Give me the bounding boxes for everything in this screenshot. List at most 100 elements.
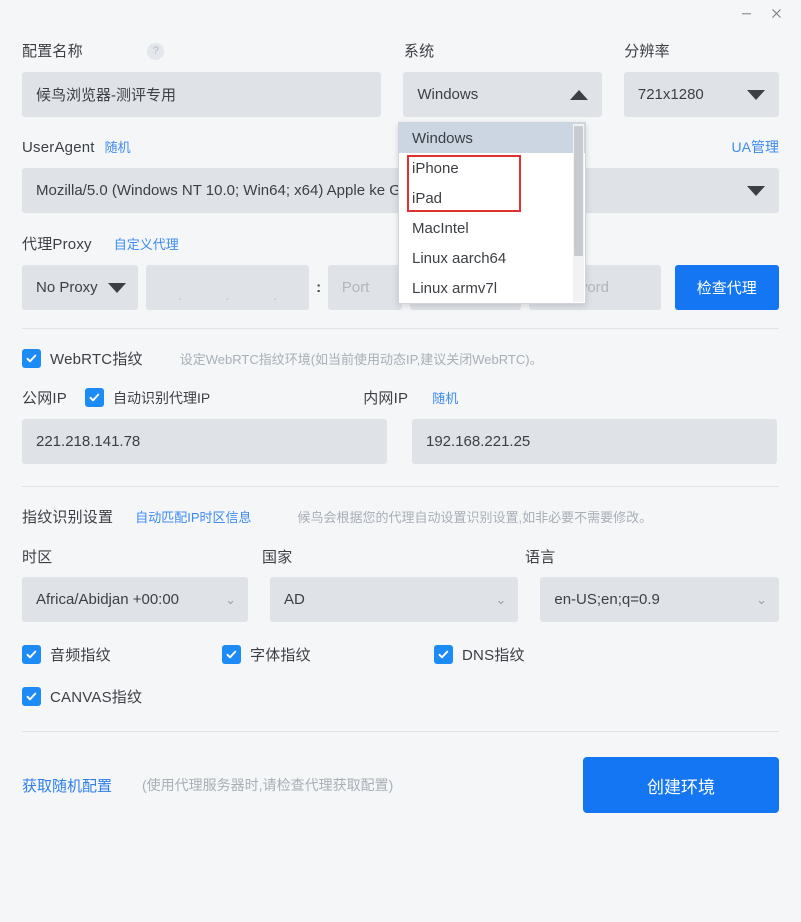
fingerprint-selects-row: Africa/Abidjan +00:00 ⌄ AD ⌄ en-US;en;q=… — [22, 577, 779, 622]
system-label: 系统 — [403, 43, 435, 60]
profile-name-label-wrap: 配置名称 ? — [22, 40, 382, 61]
system-option-ipad[interactable]: iPad — [399, 183, 585, 213]
profile-name-input[interactable]: 候鸟浏览器-测评专用 — [22, 72, 382, 117]
chevron-down-icon: ⌄ — [495, 592, 507, 607]
question-circle-icon[interactable]: ? — [147, 42, 165, 60]
system-option-linux-armv7l[interactable]: Linux armv7l — [399, 273, 585, 303]
auto-match-timezone-link[interactable]: 自动匹配IP时区信息 — [135, 507, 251, 526]
useragent-random-link[interactable]: 随机 — [105, 137, 131, 156]
check-proxy-label: 检查代理 — [696, 280, 757, 297]
proxy-type-select[interactable]: No Proxy — [22, 265, 138, 310]
divider-2 — [22, 486, 779, 487]
language-value: en-US;en;q=0.9 — [554, 591, 660, 608]
minimize-icon[interactable] — [731, 2, 761, 24]
chevron-down-icon: ⌄ — [225, 592, 237, 607]
checkbox-checked-icon[interactable] — [222, 645, 241, 664]
chevron-down-icon — [747, 185, 765, 196]
proxy-ip-input[interactable]: ... — [145, 265, 310, 310]
ip-labels-row: 公网IP 自动识别代理IP 内网IP 随机 — [22, 387, 779, 408]
webrtc-label: WebRTC指纹 — [50, 351, 143, 368]
checkbox-checked-icon[interactable] — [22, 687, 41, 706]
local-ip-random-link[interactable]: 随机 — [432, 388, 458, 407]
resolution-select[interactable]: 721x1280 — [623, 72, 780, 117]
check-proxy-button[interactable]: 检查代理 — [674, 265, 779, 310]
fingerprint-checks-row-1: 音频指纹 字体指纹 DNS指纹 — [22, 644, 779, 665]
webrtc-checkbox-item[interactable]: WebRTC指纹 — [22, 348, 143, 369]
local-ip-value: 192.168.221.25 — [426, 433, 531, 450]
profile-name-value: 候鸟浏览器-测评专用 — [36, 87, 176, 104]
webrtc-hint: 设定WebRTC指纹环境(如当前使用动态IP,建议关闭WebRTC)。 — [179, 352, 543, 367]
proxy-custom-link[interactable]: 自定义代理 — [114, 234, 179, 253]
useragent-manage-link[interactable]: UA管理 — [732, 137, 779, 157]
divider-3 — [22, 731, 779, 732]
proxy-colon-separator: : — [316, 279, 322, 296]
dns-fingerprint-label: DNS指纹 — [462, 647, 525, 664]
divider-1 — [22, 328, 779, 329]
public-ip-value: 221.218.141.78 — [36, 433, 141, 450]
language-select[interactable]: en-US;en;q=0.9 ⌄ — [540, 577, 779, 622]
profile-fields-row: 候鸟浏览器-测评专用 Windows 721x1280 — [22, 72, 780, 117]
proxy-port-placeholder: Port — [341, 279, 370, 296]
close-icon[interactable] — [761, 2, 791, 24]
system-label-wrap: 系统 — [404, 40, 602, 61]
checkbox-checked-icon[interactable] — [22, 349, 41, 368]
dropdown-scrollbar-thumb[interactable] — [574, 126, 583, 256]
fingerprint-header: 指纹识别设置 自动匹配IP时区信息 候鸟会根据您的代理自动设置识别设置,如非必要… — [22, 506, 779, 527]
dropdown-scrollbar[interactable] — [573, 124, 584, 302]
timezone-label: 时区 — [22, 549, 53, 566]
auto-detect-proxy-ip-label: 自动识别代理IP — [112, 389, 211, 406]
system-option-windows[interactable]: Windows — [399, 123, 585, 153]
dns-fingerprint-item[interactable]: DNS指纹 — [434, 644, 525, 665]
font-fingerprint-item[interactable]: 字体指纹 — [222, 644, 434, 665]
create-environment-label: 创建环境 — [647, 777, 715, 797]
chevron-down-icon — [747, 89, 766, 100]
checkbox-checked-icon[interactable] — [84, 388, 104, 407]
profile-name-label: 配置名称 — [22, 43, 83, 60]
system-option-linux-aarch64[interactable]: Linux aarch64 — [399, 243, 585, 273]
proxy-type-value: No Proxy — [36, 279, 98, 296]
auto-detect-proxy-ip-item[interactable]: 自动识别代理IP — [84, 388, 211, 408]
fingerprint-title: 指纹识别设置 — [22, 509, 114, 526]
resolution-label: 分辨率 — [624, 43, 670, 60]
public-ip-input[interactable]: 221.218.141.78 — [22, 419, 387, 464]
audio-fingerprint-item[interactable]: 音频指纹 — [22, 644, 222, 665]
local-ip-label: 内网IP — [363, 390, 409, 407]
proxy-label: 代理Proxy — [22, 236, 92, 253]
proxy-ip-placeholder: ... — [178, 288, 277, 303]
profile-labels-row: 配置名称 ? 系统 分辨率 — [22, 40, 779, 61]
footer-bar: 获取随机配置 (使用代理服务器时,请检查代理获取配置) 创建环境 — [22, 757, 779, 813]
chevron-down-icon: ⌄ — [756, 592, 767, 607]
fingerprint-checks-row-2: CANVAS指纹 — [22, 686, 779, 707]
system-select-value: Windows — [417, 86, 479, 103]
timezone-select[interactable]: Africa/Abidjan +00:00 ⌄ — [22, 577, 249, 622]
audio-fingerprint-label: 音频指纹 — [50, 647, 111, 664]
fingerprint-labels-row: 时区 国家 语言 — [22, 546, 779, 567]
random-config-link[interactable]: 获取随机配置 — [22, 775, 112, 796]
system-dropdown-menu[interactable]: Windows iPhone iPad MacIntel Linux aarch… — [398, 122, 586, 304]
fingerprint-hint: 候鸟会根据您的代理自动设置识别设置,如非必要不需要修改。 — [297, 510, 653, 525]
public-ip-label: 公网IP — [22, 390, 67, 407]
chevron-up-icon — [569, 89, 588, 100]
footer-hint: (使用代理服务器时,请检查代理获取配置) — [142, 777, 394, 793]
checkbox-checked-icon[interactable] — [434, 645, 453, 664]
country-select[interactable]: AD ⌄ — [270, 577, 519, 622]
ip-fields-row: 221.218.141.78 192.168.221.25 — [22, 419, 779, 464]
country-label: 国家 — [262, 549, 293, 566]
canvas-fingerprint-item[interactable]: CANVAS指纹 — [22, 686, 142, 707]
proxy-port-input[interactable]: Port — [327, 265, 403, 310]
system-option-iphone[interactable]: iPhone — [399, 153, 585, 183]
local-ip-label-group: 内网IP 随机 — [363, 387, 458, 408]
local-ip-input[interactable]: 192.168.221.25 — [412, 419, 777, 464]
window-titlebar — [0, 0, 801, 26]
chevron-down-icon — [107, 282, 126, 293]
create-environment-button[interactable]: 创建环境 — [583, 757, 779, 813]
system-option-macintel[interactable]: MacIntel — [399, 213, 585, 243]
webrtc-header: WebRTC指纹 设定WebRTC指纹环境(如当前使用动态IP,建议关闭WebR… — [22, 348, 779, 369]
system-select[interactable]: Windows — [403, 72, 602, 117]
resolution-select-value: 721x1280 — [637, 86, 704, 103]
timezone-value: Africa/Abidjan +00:00 — [36, 591, 180, 608]
resolution-label-wrap: 分辨率 — [624, 40, 779, 61]
canvas-fingerprint-label: CANVAS指纹 — [50, 689, 143, 706]
checkbox-checked-icon[interactable] — [22, 645, 41, 664]
font-fingerprint-label: 字体指纹 — [250, 647, 311, 664]
